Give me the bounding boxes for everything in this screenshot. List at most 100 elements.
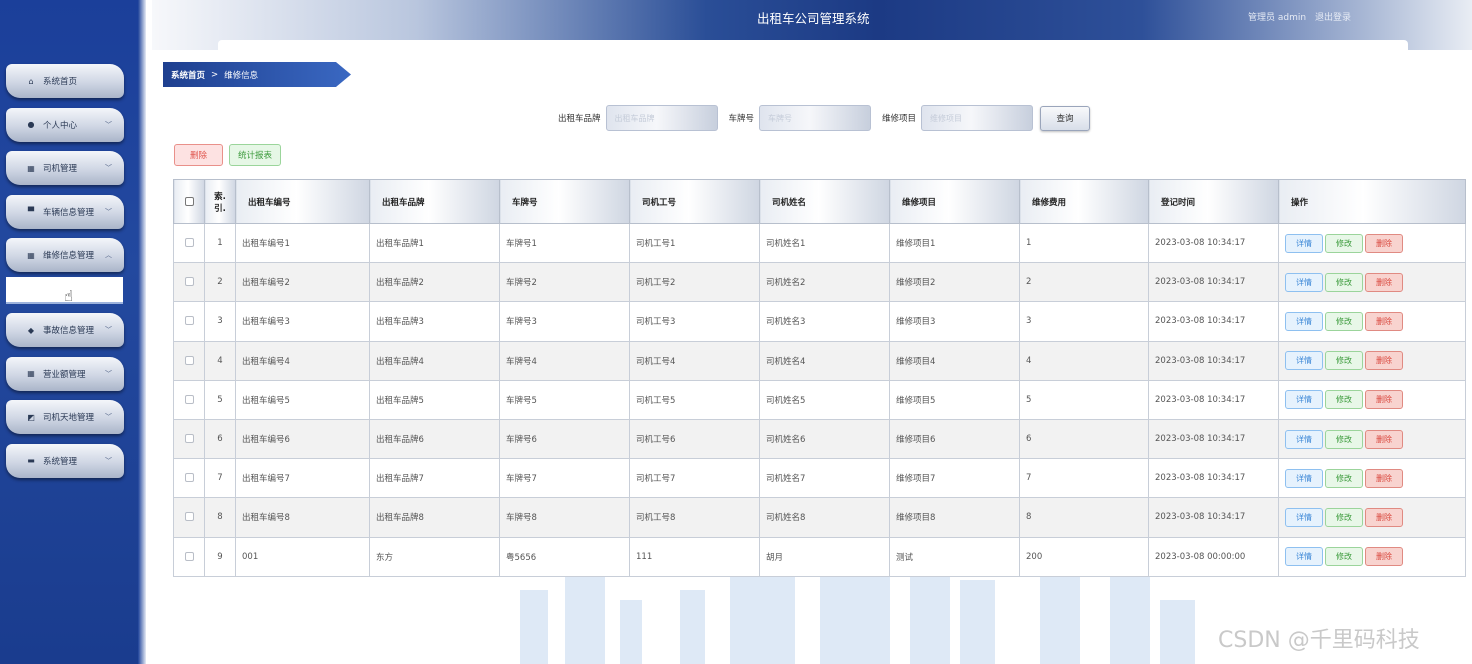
- delete-button[interactable]: 删除: [1365, 468, 1403, 488]
- sidebar-item-home[interactable]: ⌂ 系统首页: [6, 64, 124, 98]
- detail-button[interactable]: 详情: [1285, 468, 1323, 488]
- column-header-repair-item: 维修项目: [889, 179, 1020, 224]
- detail-button[interactable]: 详情: [1285, 351, 1323, 371]
- query-button[interactable]: 查询: [1040, 105, 1091, 131]
- cell-index: 6: [204, 418, 236, 460]
- row-checkbox[interactable]: [184, 355, 194, 365]
- cell-driver-name: 司机姓名3: [759, 301, 890, 342]
- delete-button[interactable]: 删除: [1365, 233, 1403, 253]
- detail-button[interactable]: 详情: [1285, 547, 1323, 567]
- delete-button[interactable]: 删除: [1365, 272, 1403, 292]
- watermark: CSDN @千里码科技: [1218, 628, 1420, 653]
- cell-repair-cost: 6: [1019, 418, 1149, 460]
- hand-cursor-icon: ☝: [64, 287, 74, 305]
- user-area: 管理员 admin 退出登录: [1248, 10, 1357, 23]
- edit-button[interactable]: 修改: [1325, 272, 1363, 292]
- stats-report-button[interactable]: 统计报表: [229, 144, 281, 166]
- detail-button[interactable]: 详情: [1285, 390, 1323, 410]
- edit-button[interactable]: 修改: [1325, 390, 1363, 410]
- row-checkbox[interactable]: [184, 277, 194, 287]
- sidebar-item-drivers[interactable]: ▦ 司机管理 ﹀: [6, 151, 124, 185]
- edit-button[interactable]: 修改: [1325, 547, 1363, 567]
- row-checkbox[interactable]: [184, 551, 194, 561]
- sidebar-item-driver-forum[interactable]: ◩ 司机天地管理 ﹀: [6, 400, 124, 434]
- cell-repair-item: 维修项目2: [889, 262, 1020, 303]
- plate-input[interactable]: [759, 105, 872, 131]
- chart-icon: ◩: [27, 412, 35, 422]
- delete-button[interactable]: 删除: [1365, 547, 1403, 567]
- cell-plate: 车牌号3: [499, 301, 630, 342]
- edit-button[interactable]: 修改: [1325, 468, 1363, 488]
- row-select-cell: [173, 340, 205, 381]
- repair-item-label: 维修项目: [882, 114, 917, 124]
- row-select-cell: [173, 458, 205, 499]
- row-checkbox[interactable]: [184, 512, 194, 522]
- cell-brand: 出租车品牌1: [369, 222, 500, 264]
- delete-button[interactable]: 删除: [1365, 390, 1403, 410]
- cell-repair-item: 维修项目7: [889, 458, 1020, 499]
- sidebar-item-revenue[interactable]: ▦ 营业额管理 ﹀: [6, 356, 124, 391]
- row-checkbox[interactable]: [184, 238, 194, 248]
- sidebar-item-profile[interactable]: ● 个人中心 ﹀: [6, 107, 124, 142]
- detail-button[interactable]: 详情: [1285, 507, 1323, 527]
- cell-repair-cost: 4: [1019, 340, 1149, 381]
- cell-taxi-no: 出租车编号6: [235, 418, 370, 460]
- repair-item-input[interactable]: [921, 105, 1034, 131]
- cell-driver-name: 司机姓名4: [759, 340, 890, 381]
- cell-driver-name: 司机姓名5: [759, 379, 890, 420]
- column-header-repair-cost: 维修费用: [1019, 179, 1149, 224]
- cell-repair-cost: 1: [1019, 222, 1149, 264]
- detail-button[interactable]: 详情: [1285, 272, 1323, 292]
- cell-index: 8: [204, 497, 236, 538]
- cell-plate: 粤5656: [499, 536, 630, 577]
- delete-button[interactable]: 删除: [1365, 351, 1403, 371]
- home-icon: ⌂: [28, 76, 34, 86]
- sidebar-item-label: 事故信息管理: [43, 326, 95, 336]
- cell-repair-item: 维修项目1: [889, 222, 1020, 264]
- chevron-down-icon: ﹀: [105, 207, 112, 216]
- breadcrumb-home[interactable]: 系统首页: [171, 69, 205, 81]
- column-header-brand: 出租车品牌: [369, 179, 500, 224]
- sidebar-item-system[interactable]: ▬ 系统管理 ﹀: [6, 443, 124, 478]
- edit-button[interactable]: 修改: [1325, 507, 1363, 527]
- breadcrumb-current: 维修信息: [224, 70, 259, 81]
- detail-button[interactable]: 详情: [1285, 311, 1323, 331]
- cell-driver-name: 司机姓名1: [759, 222, 890, 264]
- row-checkbox[interactable]: [184, 434, 194, 444]
- brand-input[interactable]: [605, 105, 718, 131]
- cell-driver-name: 司机姓名8: [759, 497, 890, 538]
- bulk-delete-button[interactable]: 删除: [174, 144, 223, 166]
- edit-button[interactable]: 修改: [1325, 233, 1363, 253]
- row-checkbox[interactable]: [184, 473, 194, 483]
- table-row: 3 出租车编号3 出租车品牌3 车牌号3 司机工号3 司机姓名3 维修项目3 3 2023-03…: [173, 301, 1466, 342]
- sidebar-item-repairs[interactable]: ▦ 维修信息管理 ︿: [6, 238, 124, 272]
- edit-button[interactable]: 修改: [1325, 311, 1363, 331]
- edit-button[interactable]: 修改: [1325, 429, 1363, 449]
- sidebar-item-accidents[interactable]: ◆ 事故信息管理 ﹀: [6, 313, 124, 347]
- select-all-checkbox[interactable]: [184, 196, 194, 206]
- delete-button[interactable]: 删除: [1365, 507, 1403, 527]
- cell-repair-cost: 5: [1019, 379, 1149, 420]
- edit-button[interactable]: 修改: [1325, 351, 1363, 371]
- delete-button[interactable]: 删除: [1365, 311, 1403, 331]
- sidebar-item-vehicles[interactable]: ▀ 车辆信息管理 ﹀: [6, 194, 124, 229]
- row-actions-cell: 详情 修改 删除: [1278, 418, 1466, 460]
- detail-button[interactable]: 详情: [1285, 233, 1323, 253]
- table-row: 4 出租车编号4 出租车品牌4 车牌号4 司机工号4 司机姓名4 维修项目4 4 2023-03…: [173, 340, 1466, 381]
- sidebar-item-label: 维修信息管理: [43, 251, 95, 261]
- detail-button[interactable]: 详情: [1285, 429, 1323, 449]
- cell-register-time: 2023-03-08 10:34:17: [1148, 379, 1279, 420]
- row-select-cell: [173, 497, 205, 538]
- row-checkbox[interactable]: [184, 316, 194, 326]
- row-checkbox[interactable]: [184, 394, 194, 404]
- row-actions-cell: 详情 修改 删除: [1278, 340, 1466, 381]
- row-select-cell: [173, 536, 205, 577]
- select-all-cell: [173, 179, 205, 224]
- sidebar-submenu-repairs[interactable]: ☝: [6, 277, 123, 305]
- table-row: 1 出租车编号1 出租车品牌1 车牌号1 司机工号1 司机姓名1 维修项目1 1 2023-03…: [173, 222, 1466, 264]
- sidebar-item-label: 司机管理: [43, 164, 78, 174]
- chevron-down-icon: ﹀: [105, 120, 112, 129]
- delete-button[interactable]: 删除: [1365, 429, 1403, 449]
- logout-link[interactable]: 退出登录: [1315, 13, 1351, 23]
- cell-driver-id: 111: [629, 536, 760, 577]
